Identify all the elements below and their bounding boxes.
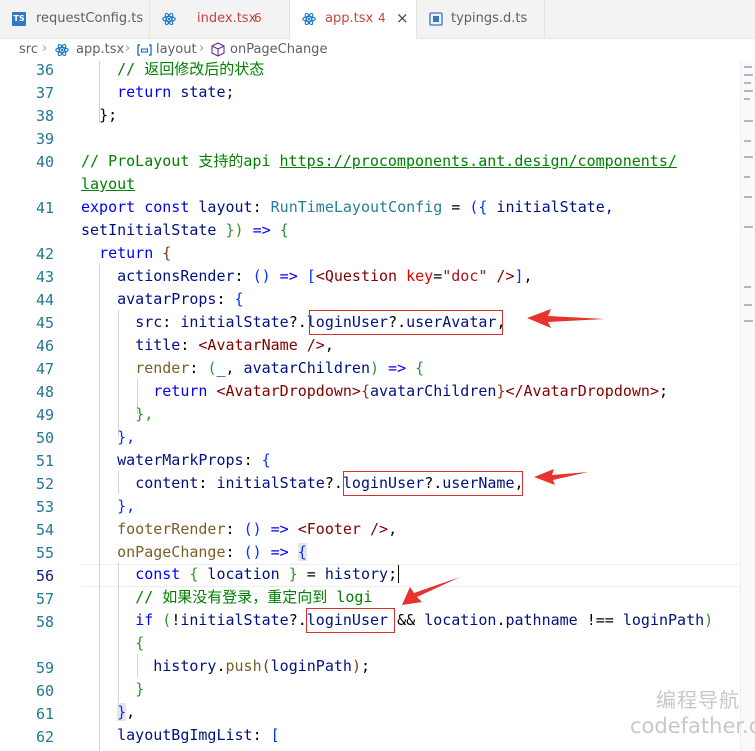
minimap-line bbox=[744, 156, 753, 158]
code-line: }; bbox=[99, 106, 118, 124]
minimap-line bbox=[744, 304, 752, 306]
code-line: } bbox=[135, 680, 145, 698]
minimap-line bbox=[744, 120, 753, 122]
doc-link[interactable]: layout bbox=[81, 175, 135, 193]
code-line-wrapped: layout bbox=[81, 173, 135, 196]
code-line: }, bbox=[117, 703, 136, 721]
minimap-line bbox=[744, 176, 750, 178]
red-arrow-icon bbox=[402, 577, 460, 605]
code-line: footerRender: () => <Footer />, bbox=[117, 520, 398, 538]
minimap-line bbox=[744, 196, 752, 198]
minimap[interactable] bbox=[740, 61, 755, 751]
code-line: }, bbox=[135, 405, 154, 423]
code-line: title: <AvatarName />, bbox=[135, 336, 334, 354]
minimap-line bbox=[744, 90, 753, 92]
minimap-line bbox=[744, 98, 750, 100]
code-line: // 返回修改后的状态 bbox=[117, 60, 265, 78]
watermark-title: 编程导航 bbox=[656, 688, 740, 712]
code-editor[interactable]: // 返回修改后的状态 return state; }; // ProLayou… bbox=[0, 0, 740, 751]
red-arrow-icon bbox=[534, 469, 588, 485]
code-line-wrapped: setInitialState }) => { bbox=[81, 221, 289, 239]
minimap-line bbox=[744, 66, 752, 68]
minimap-line bbox=[744, 286, 751, 288]
code-line: // 如果没有登录，重定向到 logi bbox=[135, 588, 373, 606]
code-line: onPageChange: () => { bbox=[117, 543, 307, 561]
annotation-box-login-user-name bbox=[343, 471, 523, 496]
minimap-line bbox=[744, 74, 753, 76]
annotation-box-login-user-avatar bbox=[309, 310, 503, 335]
code-line: }, bbox=[117, 497, 136, 515]
minimap-line bbox=[744, 226, 753, 228]
code-line: return { bbox=[99, 244, 172, 262]
minimap-line bbox=[744, 82, 751, 84]
minimap-line bbox=[744, 320, 753, 322]
code-line: waterMarkProps: { bbox=[117, 451, 271, 469]
code-line: layoutBgImgList: [ bbox=[117, 726, 280, 744]
code-line: return state; bbox=[117, 83, 235, 101]
code-line-current: const { location } = history; bbox=[135, 565, 400, 583]
watermark-domain: codefather.cn bbox=[630, 714, 755, 738]
minimap-line bbox=[744, 140, 751, 142]
code-line: // ProLayout 支持的api https://procomponent… bbox=[81, 152, 677, 170]
annotation-box-login-user bbox=[306, 608, 395, 633]
code-line: avatarProps: { bbox=[117, 290, 244, 308]
code-line: if (!initialState?.loginUser && location… bbox=[135, 611, 714, 629]
red-arrow-icon bbox=[527, 309, 605, 328]
doc-link[interactable]: https://procomponents.ant.design/compone… bbox=[280, 152, 677, 170]
code-line: return <AvatarDropdown>{avatarChildren}<… bbox=[153, 382, 669, 400]
code-line: export const layout: RunTimeLayoutConfig… bbox=[81, 198, 614, 216]
code-line: history.push(loginPath); bbox=[153, 657, 370, 675]
code-line: render: (_, avatarChildren) => { bbox=[135, 359, 425, 377]
code-line-wrapped: { bbox=[135, 634, 145, 652]
code-line: }, bbox=[117, 428, 136, 446]
code-line: actionsRender: () => [<Question key="doc… bbox=[117, 267, 533, 285]
